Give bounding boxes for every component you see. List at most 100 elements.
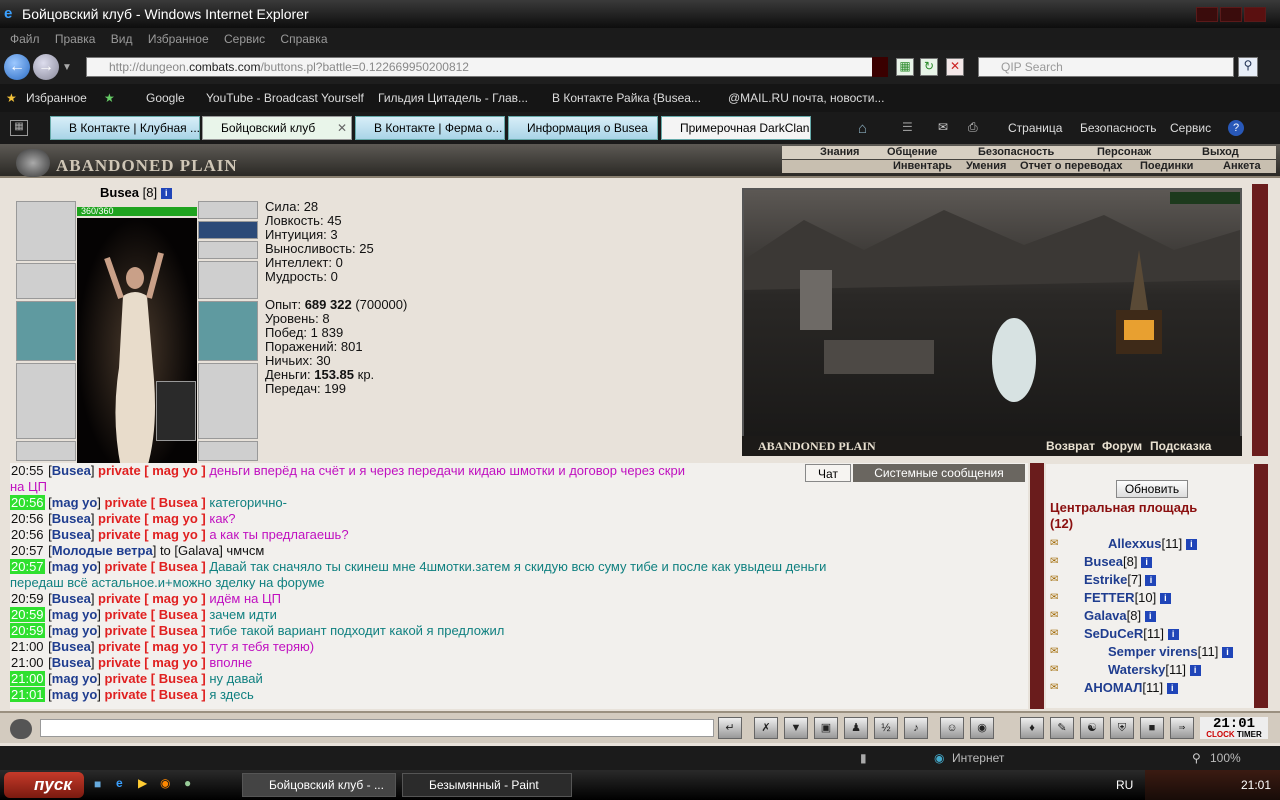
message-time[interactable]: 20:56: [10, 495, 45, 510]
refresh-icon[interactable]: ↻: [920, 58, 938, 76]
tab-vk-farm[interactable]: В Контакте | Ферма о...: [355, 116, 505, 140]
quicklaunch-media-icon[interactable]: ▶: [138, 776, 147, 790]
private-message-icon[interactable]: ✉: [1050, 646, 1072, 658]
private-message-icon[interactable]: ✉: [1050, 610, 1072, 622]
menu-exit[interactable]: Выход: [1202, 146, 1239, 159]
feeds-icon[interactable]: ☰: [902, 120, 913, 134]
minimize-button[interactable]: [1196, 7, 1218, 22]
menu-view[interactable]: Вид: [111, 32, 133, 46]
message-author[interactable]: mag yo: [52, 495, 98, 510]
message-time[interactable]: 20:59: [10, 607, 45, 622]
menu-edit[interactable]: Правка: [55, 32, 96, 46]
private-tag[interactable]: private [ mag yo ]: [98, 527, 206, 542]
submenu-transfers[interactable]: Отчет о переводах: [1020, 160, 1123, 173]
online-user[interactable]: Estrike[7] i: [1084, 572, 1157, 587]
message-author[interactable]: mag yo: [52, 623, 98, 638]
zoom-icon[interactable]: ⚲: [1192, 746, 1201, 770]
private-tag[interactable]: private [ mag yo ]: [98, 639, 206, 654]
sound-icon[interactable]: ♪: [904, 717, 928, 739]
fav-mailru[interactable]: @MAIL.RU почта, новости...: [728, 84, 884, 112]
close-window-button[interactable]: [1244, 7, 1266, 22]
private-tag[interactable]: private [ Busea ]: [105, 559, 206, 574]
info-icon[interactable]: i: [1167, 629, 1179, 641]
online-user[interactable]: Allexxus[11] i: [1108, 536, 1197, 551]
scroll-icon[interactable]: ✎: [1050, 717, 1074, 739]
quicklaunch-firefox-icon[interactable]: ◉: [160, 776, 170, 790]
online-user[interactable]: АНОМАЛ[11] i: [1084, 680, 1178, 695]
message-time[interactable]: 21:01: [10, 687, 45, 702]
task-paint[interactable]: Безымянный - Paint: [402, 773, 572, 797]
message-time[interactable]: 21:00: [10, 655, 45, 670]
submenu-battles[interactable]: Поединки: [1140, 160, 1193, 173]
private-tag[interactable]: private [ Busea ]: [105, 623, 206, 638]
message-author[interactable]: Busea: [52, 591, 91, 606]
armor-slot[interactable]: [16, 363, 76, 439]
start-button[interactable]: пуск: [4, 772, 84, 798]
menu-knowledge[interactable]: Знания: [820, 146, 859, 159]
send-icon[interactable]: ↵: [718, 717, 742, 739]
menu-communication[interactable]: Общение: [887, 146, 937, 159]
message-time[interactable]: 20:55: [10, 463, 45, 478]
belt-slot[interactable]: [16, 441, 76, 461]
private-message-icon[interactable]: ✉: [1050, 538, 1072, 550]
online-user[interactable]: FETTER[10] i: [1084, 590, 1171, 605]
private-message-icon[interactable]: ✉: [1050, 574, 1072, 586]
bag-icon[interactable]: ♦: [1020, 717, 1044, 739]
menu-favorites[interactable]: Избранное: [148, 32, 209, 46]
message-author[interactable]: Busea: [52, 527, 91, 542]
message-time[interactable]: 20:57: [10, 559, 45, 574]
chat-input[interactable]: [40, 719, 714, 737]
submenu-skills[interactable]: Умения: [966, 160, 1006, 173]
fighter-icon[interactable]: ♟: [844, 717, 868, 739]
help-icon[interactable]: ?: [1228, 120, 1244, 136]
tab-combats[interactable]: Бойцовский клуб ✕: [202, 116, 352, 140]
search-input[interactable]: QIP Search: [978, 57, 1234, 77]
earrings-slot[interactable]: [198, 201, 258, 219]
fav-citadel[interactable]: Гильдия Цитадель - Глав...: [378, 84, 528, 112]
quicklaunch-ie-icon[interactable]: e: [116, 776, 123, 790]
forum-link[interactable]: Форум: [1102, 436, 1142, 456]
weapon-right-slot[interactable]: [198, 301, 258, 361]
message-author[interactable]: mag yo: [52, 559, 98, 574]
url-dropdown-icon[interactable]: [872, 57, 888, 77]
private-message-icon[interactable]: ✉: [1050, 592, 1072, 604]
hint-link[interactable]: Подсказка: [1150, 436, 1211, 456]
private-tag[interactable]: private [ mag yo ]: [98, 463, 206, 478]
weapon-left-slot[interactable]: [16, 301, 76, 361]
tray-clock[interactable]: 21:01: [1241, 770, 1271, 800]
info-icon[interactable]: i: [1141, 557, 1153, 569]
users-scrollbar[interactable]: [1254, 464, 1268, 708]
online-user[interactable]: Watersky[11] i: [1108, 662, 1201, 677]
chat-log[interactable]: 20:55 [Busea] private [ mag yo ] деньги …: [10, 463, 1028, 709]
menu-help[interactable]: Справка: [280, 32, 327, 46]
mail-icon[interactable]: ✉: [938, 120, 948, 134]
tab-info-busea[interactable]: Информация о Busea: [508, 116, 658, 140]
zoom-level[interactable]: 100%: [1210, 746, 1241, 770]
clear-icon[interactable]: ✗: [754, 717, 778, 739]
message-time[interactable]: 20:59: [10, 591, 45, 606]
message-author[interactable]: Busea: [52, 463, 91, 478]
message-time[interactable]: 20:59: [10, 623, 45, 638]
info-icon[interactable]: i: [1166, 683, 1178, 695]
message-time[interactable]: 21:00: [10, 671, 45, 686]
language-indicator[interactable]: RU: [1116, 770, 1133, 800]
message-time[interactable]: 20:56: [10, 511, 45, 526]
message-author[interactable]: mag yo: [52, 687, 98, 702]
chat-scrollbar[interactable]: [1030, 463, 1044, 709]
leggings-slot[interactable]: [198, 363, 258, 439]
home-icon[interactable]: ⌂: [858, 120, 867, 137]
online-user[interactable]: Busea[8] i: [1084, 554, 1153, 569]
private-tag[interactable]: private [ Busea ]: [105, 495, 206, 510]
tools-menu[interactable]: Сервис: [1170, 116, 1211, 140]
exit-icon[interactable]: ⇒: [1170, 717, 1194, 739]
message-author[interactable]: Молодые ветра: [52, 543, 153, 558]
online-user[interactable]: Galava[8] i: [1084, 608, 1156, 623]
message-author[interactable]: mag yo: [52, 671, 98, 686]
search-icon[interactable]: ⚲: [1238, 57, 1258, 77]
print-icon[interactable]: ⎙: [968, 120, 978, 135]
info-icon[interactable]: i: [1145, 575, 1157, 587]
message-author[interactable]: Busea: [52, 639, 91, 654]
info-icon[interactable]: i: [1159, 593, 1171, 605]
helmet-slot[interactable]: [16, 201, 76, 261]
save-icon[interactable]: ▣: [814, 717, 838, 739]
